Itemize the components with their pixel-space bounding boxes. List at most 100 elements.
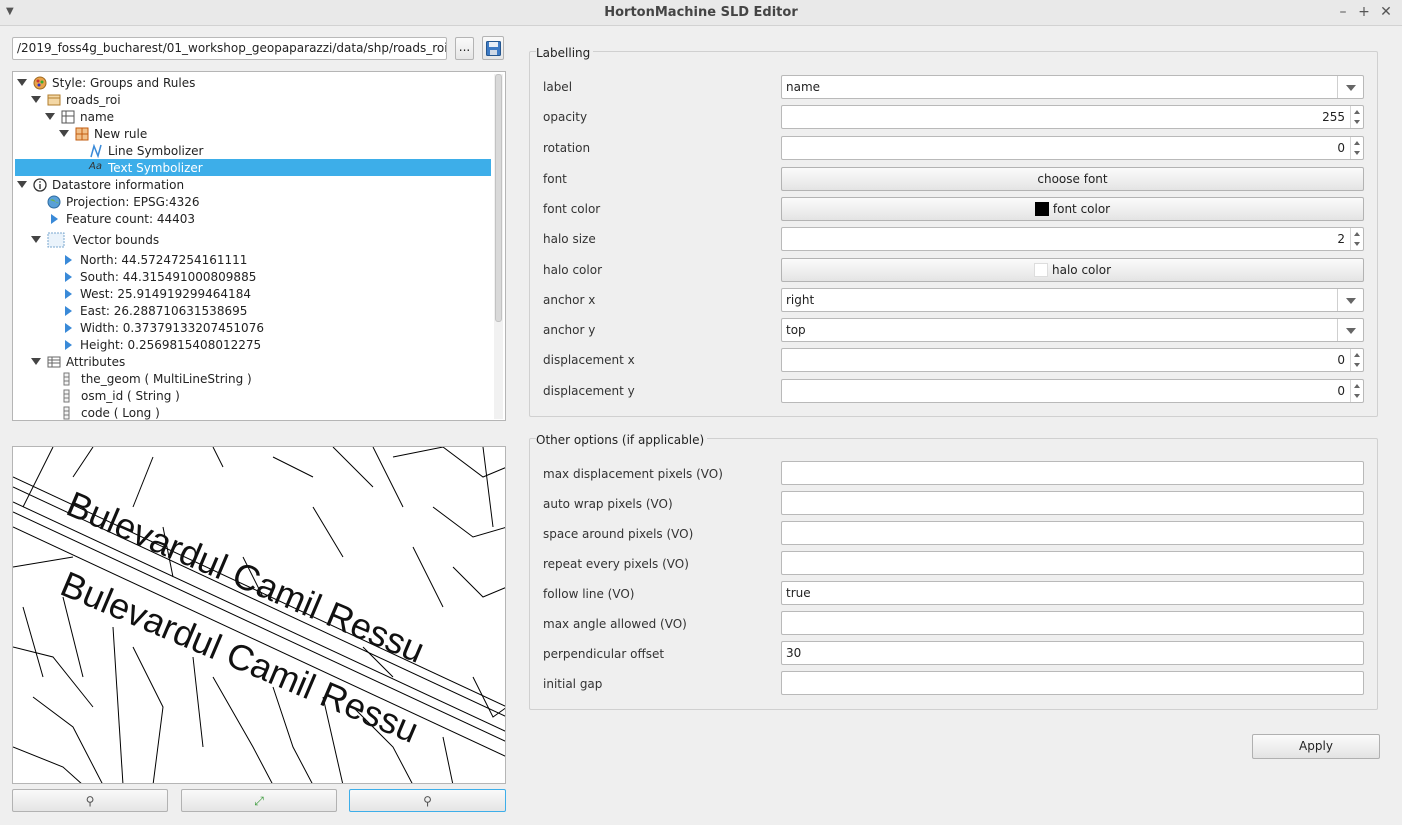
displacement-y-spinner[interactable]: 0 — [781, 379, 1364, 403]
close-button[interactable]: ✕ — [1377, 3, 1395, 21]
tree-item-text-symbolizer[interactable]: Aa Text Symbolizer — [15, 159, 491, 176]
expand-arrow-icon[interactable] — [31, 358, 41, 365]
browse-button[interactable]: ... — [455, 37, 474, 60]
arrow-right-icon — [65, 339, 72, 350]
displacement-x-spinner[interactable]: 0 — [781, 348, 1364, 372]
tree-item-vector-bounds[interactable]: Vector bounds — [31, 231, 159, 248]
spinner-arrows-icon[interactable] — [1350, 380, 1363, 402]
tree-item-rule[interactable]: New rule — [59, 125, 147, 142]
style-tree[interactable]: Style: Groups and Rules roads_roi name N… — [12, 71, 506, 421]
chevron-down-icon[interactable] — [1337, 76, 1363, 98]
tree-scrollbar[interactable] — [494, 74, 503, 419]
arrow-right-icon — [65, 288, 72, 299]
tree-item-label: Line Symbolizer — [108, 143, 204, 158]
initial-gap-input[interactable] — [781, 671, 1364, 695]
tree-item-east[interactable]: East: 26.288710631538695 — [65, 302, 247, 319]
max-angle-input[interactable] — [781, 611, 1364, 635]
info-icon — [33, 177, 47, 192]
anchor-y-combo[interactable]: top — [781, 318, 1364, 342]
apply-button[interactable]: Apply — [1252, 734, 1380, 759]
labelling-title: Labelling — [536, 46, 594, 60]
tree-item-projection[interactable]: Projection: EPSG:4326 — [47, 193, 200, 210]
tree-item-attribute[interactable]: code ( Long ) — [63, 404, 160, 420]
button-label: font color — [1052, 202, 1111, 216]
expand-arrow-icon[interactable] — [31, 236, 41, 243]
halo-color-label: halo color — [543, 263, 602, 277]
chevron-down-icon[interactable] — [1337, 319, 1363, 341]
max-angle-label: max angle allowed (VO) — [543, 617, 687, 631]
zoom-in-button[interactable]: ⚲ — [12, 789, 168, 812]
halo-color-button[interactable]: halo color — [781, 258, 1364, 282]
tree-item-attribute[interactable]: the_geom ( MultiLineString ) — [63, 370, 252, 387]
font-color-button[interactable]: font color — [781, 197, 1364, 221]
font-color-label: font color — [543, 202, 601, 216]
attribute-icon — [63, 372, 71, 386]
tree-item-datastore[interactable]: Datastore information — [17, 176, 184, 193]
maximize-button[interactable]: + — [1355, 3, 1373, 21]
opacity-spinner[interactable]: 255 — [781, 105, 1364, 129]
space-around-input[interactable] — [781, 521, 1364, 545]
tree-item-south[interactable]: South: 44.315491000809885 — [65, 268, 256, 285]
repeat-every-label: repeat every pixels (VO) — [543, 557, 689, 571]
tree-item-line-symbolizer[interactable]: Line Symbolizer — [89, 142, 203, 159]
expand-arrow-icon[interactable] — [45, 113, 55, 120]
expand-arrow-icon[interactable] — [17, 79, 27, 86]
spinner-arrows-icon[interactable] — [1350, 137, 1363, 159]
arrow-right-icon — [65, 322, 72, 333]
map-preview[interactable]: Bulevardul Camil Ressu Bulevardul Camil … — [12, 446, 506, 784]
tree-item-label: South: 44.315491000809885 — [80, 269, 257, 284]
initial-gap-label: initial gap — [543, 677, 603, 691]
anchor-x-combo[interactable]: right — [781, 288, 1364, 312]
tree-item-name[interactable]: name — [45, 108, 114, 125]
spinner-arrows-icon[interactable] — [1350, 106, 1363, 128]
halo-size-spinner[interactable]: 2 — [781, 227, 1364, 251]
tree-item-featuretype[interactable]: roads_roi — [31, 91, 121, 108]
expand-arrow-icon[interactable] — [59, 130, 69, 137]
max-displacement-input[interactable] — [781, 461, 1364, 485]
tree-item-label: the_geom ( MultiLineString ) — [81, 371, 252, 386]
halo-size-label: halo size — [543, 232, 596, 246]
perpendicular-offset-input[interactable]: 30 — [781, 641, 1364, 665]
rotation-label: rotation — [543, 141, 591, 155]
expand-arrow-icon[interactable] — [17, 181, 27, 188]
tree-item-north[interactable]: North: 44.57247254161111 — [65, 251, 247, 268]
choose-font-button[interactable]: choose font — [781, 167, 1364, 191]
expand-arrow-icon[interactable] — [31, 96, 41, 103]
tree-item-label: Width: 0.37379133207451076 — [80, 320, 264, 335]
spinner-arrows-icon[interactable] — [1350, 349, 1363, 371]
tree-item-attributes[interactable]: Attributes — [31, 353, 125, 370]
scrollbar-thumb[interactable] — [495, 74, 502, 322]
tree-item-attribute[interactable]: osm_id ( String ) — [63, 387, 180, 404]
displacement-y-label: displacement y — [543, 384, 635, 398]
zoom-extent-button[interactable]: ⤢ — [181, 789, 337, 812]
grid-icon — [61, 110, 75, 124]
tree-item-label: New rule — [94, 126, 148, 141]
tree-item-west[interactable]: West: 25.914919299464184 — [65, 285, 251, 302]
minimize-button[interactable]: – — [1334, 3, 1352, 21]
tree-item-style[interactable]: Style: Groups and Rules — [17, 74, 195, 91]
zoom-out-icon: ⚲ — [423, 794, 432, 808]
button-label: halo color — [1052, 263, 1111, 277]
bounds-icon — [47, 232, 65, 248]
zoom-out-button[interactable]: ⚲ — [349, 789, 506, 812]
rotation-spinner[interactable]: 0 — [781, 136, 1364, 160]
spinner-value: 0 — [1337, 141, 1345, 155]
follow-line-input[interactable]: true — [781, 581, 1364, 605]
tree-item-height[interactable]: Height: 0.2569815408012275 — [65, 336, 261, 353]
attribute-icon — [63, 406, 71, 420]
label-combo[interactable]: name — [781, 75, 1364, 99]
chevron-down-icon[interactable] — [1337, 289, 1363, 311]
save-button[interactable] — [482, 36, 504, 60]
tree-item-label: East: 26.288710631538695 — [80, 303, 248, 318]
auto-wrap-input[interactable] — [781, 491, 1364, 515]
tree-item-feature-count[interactable]: Feature count: 44403 — [51, 210, 195, 227]
auto-wrap-label: auto wrap pixels (VO) — [543, 497, 673, 511]
anchor-x-label: anchor x — [543, 293, 596, 307]
tree-item-width[interactable]: Width: 0.37379133207451076 — [65, 319, 264, 336]
spinner-value: 2 — [1337, 232, 1345, 246]
tree-item-label: West: 25.914919299464184 — [80, 286, 251, 301]
repeat-every-input[interactable] — [781, 551, 1364, 575]
shapefile-path-input[interactable]: /2019_foss4g_bucharest/01_workshop_geopa… — [12, 37, 447, 60]
arrow-right-icon — [51, 213, 58, 224]
spinner-arrows-icon[interactable] — [1350, 228, 1363, 250]
